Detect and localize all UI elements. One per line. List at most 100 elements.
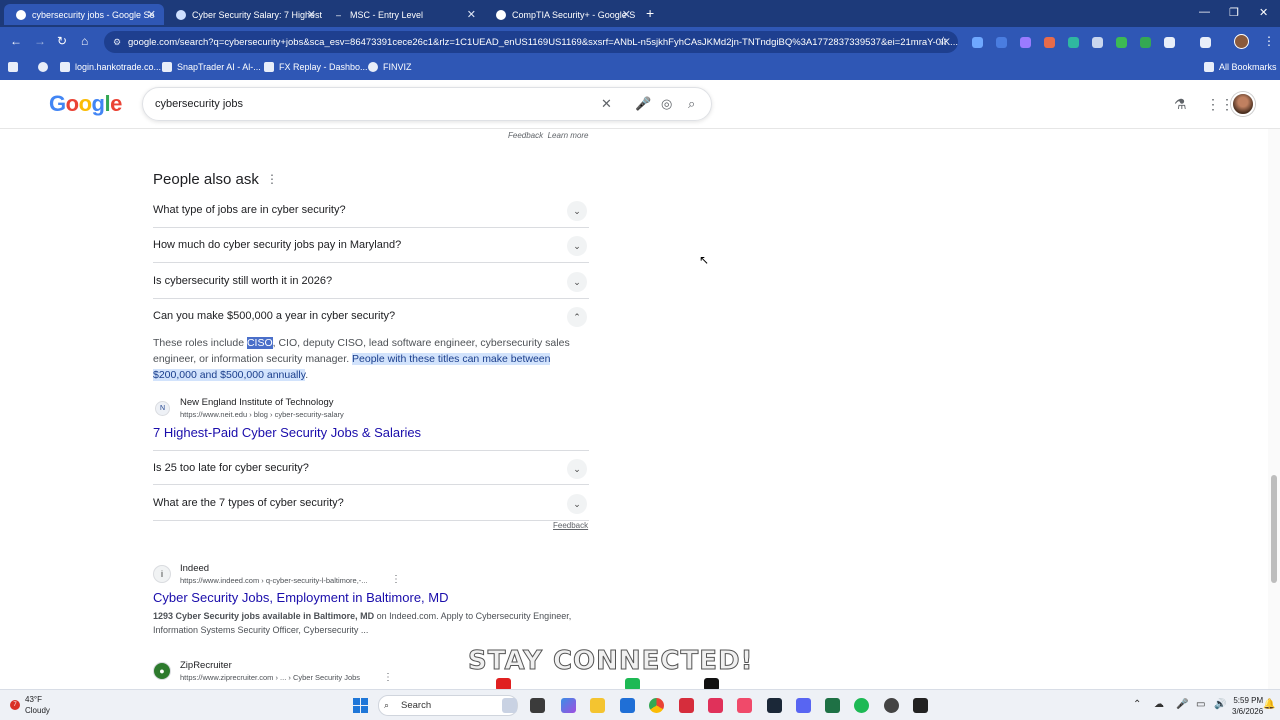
app-icon[interactable] xyxy=(737,698,752,713)
site-info-icon[interactable]: ⚙ xyxy=(113,37,121,48)
profile-avatar[interactable] xyxy=(1234,34,1249,49)
new-tab-button[interactable]: + xyxy=(646,5,654,21)
bookmark-icon[interactable] xyxy=(38,62,48,72)
app-icon[interactable] xyxy=(884,698,899,713)
paa-question[interactable]: How much do cyber security jobs pay in M… xyxy=(153,228,589,263)
bookmark-finviz[interactable]: FINVIZ xyxy=(368,62,412,72)
extension-icon[interactable] xyxy=(996,37,1007,48)
microphone-icon[interactable]: 🎤 xyxy=(1176,699,1188,710)
chevron-up-icon[interactable]: ⌃ xyxy=(567,307,587,327)
back-button[interactable]: ← xyxy=(10,34,22,48)
page-scrollbar[interactable] xyxy=(1268,129,1280,689)
extension-icon[interactable] xyxy=(1020,37,1031,48)
close-icon[interactable]: ✕ xyxy=(307,8,316,21)
extension-icon[interactable] xyxy=(972,37,983,48)
app-icon[interactable] xyxy=(502,698,517,713)
steam-icon[interactable] xyxy=(767,698,782,713)
answer-selected-text: CISO xyxy=(246,337,273,349)
sidepanel-icon[interactable] xyxy=(1200,37,1211,48)
extension-icon[interactable] xyxy=(1116,37,1127,48)
chevron-down-icon[interactable]: ⌄ xyxy=(567,459,587,479)
close-icon[interactable]: ✕ xyxy=(467,8,476,21)
file-explorer-icon[interactable] xyxy=(590,698,605,713)
more-options-icon[interactable]: ⋮ xyxy=(383,672,393,683)
clock-time: 5:59 PM xyxy=(1233,696,1264,705)
bell-icon[interactable]: 🔔 xyxy=(1263,699,1275,710)
app-icon[interactable] xyxy=(679,698,694,713)
address-bar[interactable]: google.com/search?q=cybersecurity+jobs&s… xyxy=(104,31,958,53)
copilot-icon[interactable] xyxy=(561,698,576,713)
tab-cybersecurity-jobs[interactable]: cybersecurity jobs - Google Se ✕ xyxy=(4,4,164,25)
google-logo[interactable]: Google xyxy=(49,91,122,117)
network-icon[interactable]: ▭ xyxy=(1196,699,1205,710)
more-options-icon[interactable]: ⋮ xyxy=(266,172,278,186)
chevron-up-icon[interactable]: ⌃ xyxy=(1133,699,1141,710)
tab-msc-entry-level[interactable]: – MSC - Entry Level ✕ xyxy=(324,4,484,25)
paa-question[interactable]: Is cybersecurity still worth it in 2026?… xyxy=(153,264,589,299)
labs-icon[interactable]: ⚗ xyxy=(1174,96,1187,113)
close-icon[interactable]: ✕ xyxy=(147,8,156,21)
extension-icon[interactable] xyxy=(1044,37,1055,48)
puzzle-icon[interactable] xyxy=(1164,37,1175,48)
apps-grid-icon[interactable]: ⋮⋮ xyxy=(1206,96,1234,113)
account-avatar[interactable] xyxy=(1231,92,1255,116)
bookmark-star-icon[interactable]: ☆ xyxy=(938,34,949,48)
paa-question[interactable]: What are the 7 types of cyber security? … xyxy=(153,486,589,521)
minimize-button[interactable]: — xyxy=(1199,6,1210,18)
extension-icon[interactable] xyxy=(1068,37,1079,48)
paa-feedback-link[interactable]: Feedback xyxy=(553,521,588,530)
toolbar: ← → ↻ ⌂ google.com/search?q=cybersecurit… xyxy=(0,27,1280,56)
bookmark-hankotrade[interactable]: login.hankotrade.co... xyxy=(60,62,161,72)
source-link[interactable]: 7 Highest-Paid Cyber Security Jobs & Sal… xyxy=(153,425,421,440)
forward-button[interactable]: → xyxy=(34,34,46,48)
menu-icon[interactable]: ⋮ xyxy=(1263,34,1275,48)
window-close-button[interactable]: ✕ xyxy=(1259,6,1268,19)
search-input[interactable] xyxy=(155,98,575,110)
microphone-icon[interactable]: 🎤 xyxy=(635,96,651,112)
scrollbar-thumb[interactable] xyxy=(1271,475,1277,583)
cloud-icon[interactable]: ☁ xyxy=(1154,699,1164,710)
paa-question[interactable]: What type of jobs are in cyber security?… xyxy=(153,193,589,228)
chrome-icon[interactable] xyxy=(649,698,664,713)
spotify-icon[interactable] xyxy=(854,698,869,713)
learn-more-link[interactable]: Learn more xyxy=(548,131,589,140)
bookmark-fx-replay[interactable]: FX Replay - Dashbo... xyxy=(264,62,368,72)
tab-cyber-security-salary[interactable]: Cyber Security Salary: 7 Highest ✕ xyxy=(164,4,324,25)
chevron-down-icon[interactable]: ⌄ xyxy=(567,272,587,292)
windows-start-icon[interactable] xyxy=(353,698,368,713)
excel-icon[interactable] xyxy=(825,698,840,713)
bookmark-snaptrader[interactable]: SnapTrader AI - Al-... xyxy=(162,62,261,72)
shield-icon[interactable] xyxy=(1092,37,1103,48)
extension-icon[interactable] xyxy=(1140,37,1151,48)
reload-button[interactable]: ↻ xyxy=(57,34,67,48)
more-options-icon[interactable]: ⋮ xyxy=(391,574,401,585)
taskbar-search[interactable]: Search xyxy=(378,695,518,716)
result-title-link[interactable]: Cyber Security Jobs, Employment in Balti… xyxy=(153,590,448,605)
tab-comptia-security[interactable]: CompTIA Security+ - Google S ✕ xyxy=(484,4,639,25)
paa-question-expanded[interactable]: Can you make $500,000 a year in cyber se… xyxy=(153,299,589,334)
store-icon[interactable] xyxy=(620,698,635,713)
system-clock[interactable]: 5:59 PM 3/6/2026 xyxy=(1232,695,1263,717)
volume-icon[interactable]: 🔊 xyxy=(1214,699,1226,710)
paa-title: People also ask xyxy=(153,171,259,188)
all-bookmarks[interactable]: All Bookmarks xyxy=(1204,62,1277,72)
paa-question[interactable]: Is 25 too late for cyber security? ⌄ xyxy=(153,450,589,485)
task-view-icon[interactable] xyxy=(530,698,545,713)
discord-icon[interactable] xyxy=(796,698,811,713)
weather-widget[interactable]: 7 43°F Cloudy xyxy=(10,694,50,716)
restore-button[interactable]: ❐ xyxy=(1229,6,1239,19)
source-name: New England Institute of Technology xyxy=(180,397,334,408)
chevron-down-icon[interactable]: ⌄ xyxy=(567,236,587,256)
feedback-link[interactable]: Feedback xyxy=(508,131,543,140)
app-icon[interactable] xyxy=(913,698,928,713)
chevron-down-icon[interactable]: ⌄ xyxy=(567,494,587,514)
chevron-down-icon[interactable]: ⌄ xyxy=(567,201,587,221)
close-icon[interactable]: ✕ xyxy=(622,8,631,21)
apps-icon[interactable] xyxy=(8,62,18,72)
search-icon[interactable]: ⌕ xyxy=(688,96,695,112)
app-icon[interactable] xyxy=(708,698,723,713)
question-text: What are the 7 types of cyber security? xyxy=(153,497,344,509)
lens-icon[interactable]: ◎ xyxy=(661,96,672,112)
clear-icon[interactable]: ✕ xyxy=(601,96,612,112)
home-button[interactable]: ⌂ xyxy=(81,34,88,48)
